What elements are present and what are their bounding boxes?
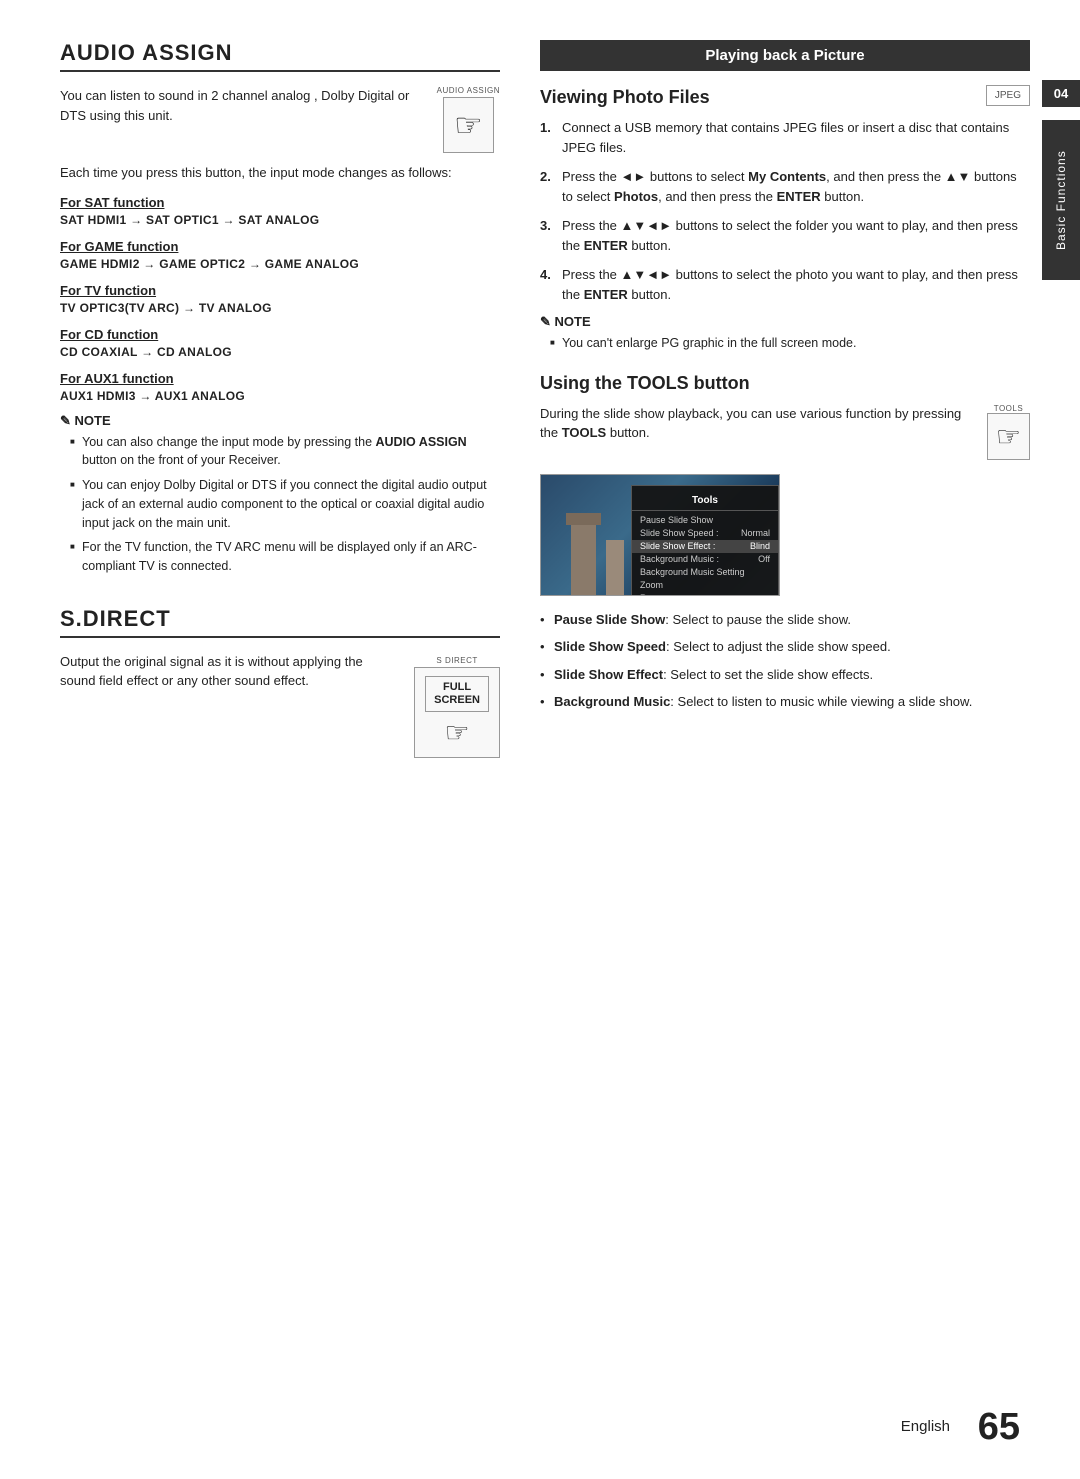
viewing-photos-note-title: ✎ NOTE [540, 314, 1030, 330]
page-english-label: English [901, 1418, 950, 1435]
sat-function-block: For SAT function SAT HDMI1 → SAT OPTIC1 … [60, 195, 500, 227]
viewing-photos-note-1: You can't enlarge PG graphic in the full… [552, 334, 1030, 353]
viewing-photos-steps: 1. Connect a USB memory that contains JP… [540, 118, 1030, 304]
monument-icon [571, 525, 596, 595]
audio-assign-intro: You can listen to sound in 2 channel ana… [60, 86, 500, 125]
jpeg-icon: JPEG [986, 85, 1030, 106]
aux1-function-path: AUX1 HDMI3 → AUX1 ANALOG [60, 389, 500, 403]
game-function-label: For GAME function [60, 239, 500, 254]
bullet-slide-show-effect: Slide Show Effect: Select to set the sli… [540, 665, 1030, 685]
audio-assign-section: AUDIO ASSIGN AUDIO ASSIGN ☞ You can list… [60, 40, 500, 576]
sat-function-label: For SAT function [60, 195, 500, 210]
audio-assign-intro2: Each time you press this button, the inp… [60, 163, 500, 183]
sdirect-icon: S DIRECT FULL SCREEN ☞ [414, 656, 500, 758]
tools-menu: Tools Pause Slide Show Slide Show Speed … [631, 485, 779, 596]
tools-body: During the slide show playback, you can … [540, 404, 1030, 443]
step-3: 3. Press the ▲▼◄► buttons to select the … [540, 216, 1030, 255]
left-column: AUDIO ASSIGN AUDIO ASSIGN ☞ You can list… [60, 40, 500, 758]
tools-menu-item-6: Zoom [632, 579, 778, 592]
audio-assign-note-2: You can enjoy Dolby Digital or DTS if yo… [72, 476, 500, 532]
sat-function-path: SAT HDMI1 → SAT OPTIC1 → SAT ANALOG [60, 213, 500, 227]
cd-function-path: CD COAXIAL → CD ANALOG [60, 345, 500, 359]
tools-menu-item-7: Rotate [632, 592, 778, 596]
tv-function-block: For TV function TV OPTIC3(TV ARC) → TV A… [60, 283, 500, 315]
tools-section: Using the TOOLS button TOOLS ☞ During th… [540, 373, 1030, 712]
step-2: 2. Press the ◄► buttons to select My Con… [540, 167, 1030, 206]
tv-function-label: For TV function [60, 283, 500, 298]
tools-menu-title: Tools [632, 492, 778, 511]
hand-pointing-icon: ☞ [454, 106, 483, 144]
tools-hand-icon: ☞ [987, 413, 1030, 460]
tools-menu-item-2: Slide Show Speed : Normal [632, 527, 778, 540]
bullet-pause-slide-show: Pause Slide Show: Select to pause the sl… [540, 610, 1030, 630]
sdirect-section: S.DIRECT S DIRECT FULL SCREEN ☞ Output t… [60, 606, 500, 758]
audio-assign-note: ✎ NOTE You can also change the input mod… [60, 413, 500, 576]
tv-function-path: TV OPTIC3(TV ARC) → TV ANALOG [60, 301, 500, 315]
tools-screenshot: Tools Pause Slide Show Slide Show Speed … [540, 474, 780, 596]
sdirect-hand-icon: FULL SCREEN ☞ [414, 667, 500, 758]
bullet-slide-show-speed: Slide Show Speed: Select to adjust the s… [540, 637, 1030, 657]
game-function-block: For GAME function GAME HDMI2 → GAME OPTI… [60, 239, 500, 271]
aux1-function-label: For AUX1 function [60, 371, 500, 386]
sdirect-hand: ☞ [425, 716, 489, 749]
sdirect-title: S.DIRECT [60, 606, 500, 638]
viewing-photos-title: Viewing Photo Files [540, 87, 1030, 108]
tools-menu-item-1: Pause Slide Show [632, 514, 778, 527]
monument-tower-icon [606, 540, 624, 595]
right-column: Playing back a Picture JPEG Viewing Phot… [540, 40, 1030, 758]
playback-header: Playing back a Picture [540, 40, 1030, 71]
audio-assign-title: AUDIO ASSIGN [60, 40, 500, 72]
cd-function-block: For CD function CD COAXIAL → CD ANALOG [60, 327, 500, 359]
tools-menu-item-3: Slide Show Effect : Blind [632, 540, 778, 553]
tools-label: TOOLS [987, 404, 1030, 413]
game-function-path: GAME HDMI2 → GAME OPTIC2 → GAME ANALOG [60, 257, 500, 271]
tools-menu-item-4: Background Music : Off [632, 553, 778, 566]
tools-bullet-list: Pause Slide Show: Select to pause the sl… [540, 610, 1030, 712]
audio-assign-hand-icon: ☞ [443, 97, 494, 153]
viewing-photos-note: ✎ NOTE You can't enlarge PG graphic in t… [540, 314, 1030, 353]
step-1: 1. Connect a USB memory that contains JP… [540, 118, 1030, 157]
audio-assign-note-1: You can also change the input mode by pr… [72, 433, 500, 471]
audio-assign-icon: AUDIO ASSIGN ☞ [437, 86, 500, 153]
tools-icon-box: TOOLS ☞ [987, 404, 1030, 460]
cd-function-label: For CD function [60, 327, 500, 342]
aux1-function-block: For AUX1 function AUX1 HDMI3 → AUX1 ANAL… [60, 371, 500, 403]
bullet-background-music: Background Music: Select to listen to mu… [540, 692, 1030, 712]
tools-menu-item-5: Background Music Setting [632, 566, 778, 579]
audio-assign-note-title: ✎ NOTE [60, 413, 500, 429]
full-screen-icon: FULL SCREEN [425, 676, 489, 712]
tools-title: Using the TOOLS button [540, 373, 1030, 394]
step-4: 4. Press the ▲▼◄► buttons to select the … [540, 265, 1030, 304]
page-number: 65 [978, 1406, 1020, 1449]
viewing-photos-section: Viewing Photo Files 1. Connect a USB mem… [540, 87, 1030, 353]
sdirect-icon-label: S DIRECT [414, 656, 500, 665]
audio-assign-icon-label: AUDIO ASSIGN [437, 86, 500, 95]
audio-assign-note-3: For the TV function, the TV ARC menu wil… [72, 538, 500, 576]
